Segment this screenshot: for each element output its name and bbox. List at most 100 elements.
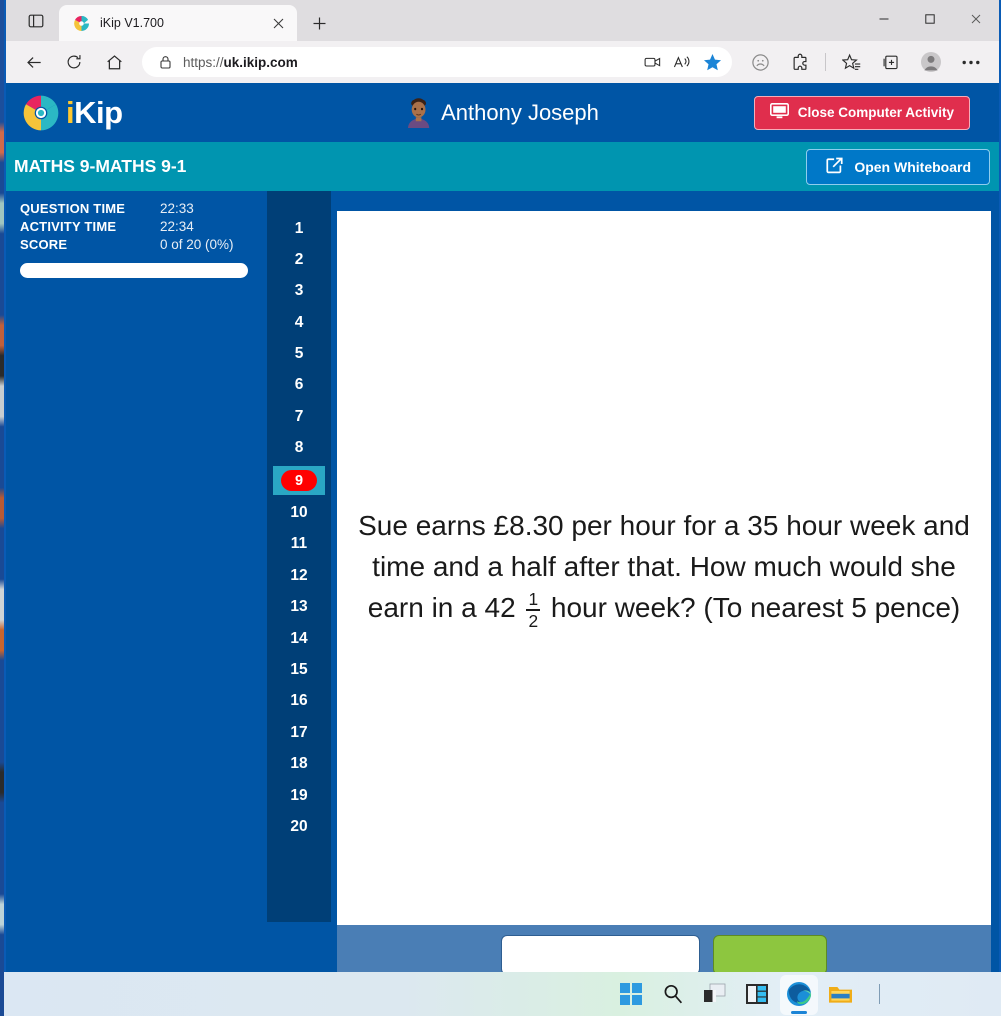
browser-tab-title: iKip V1.700	[100, 16, 164, 30]
subject-title: MATHS 9-MATHS 9-1	[14, 156, 187, 176]
question-nav-item[interactable]: 4	[274, 309, 324, 336]
widgets-icon[interactable]	[743, 980, 771, 1008]
question-nav-item[interactable]: 18	[274, 751, 324, 778]
stat-row-question-time: QUESTION TIME 22:33	[20, 201, 248, 216]
ikip-app: iKip Anthony Joseph Close Computer Activ…	[6, 83, 999, 974]
answer-submit-button[interactable]	[713, 935, 827, 974]
window-close-button[interactable]	[953, 0, 999, 38]
toolbar-divider	[825, 53, 826, 71]
app-header: iKip Anthony Joseph Close Computer Activ…	[6, 83, 999, 142]
question-nav-active-pill: 9	[281, 470, 317, 492]
close-computer-activity-label: Close Computer Activity	[797, 105, 954, 120]
copilot-icon[interactable]	[743, 46, 777, 78]
monitor-icon	[769, 103, 789, 122]
ikip-pinwheel-icon	[73, 15, 90, 32]
browser-title-bar: iKip V1.700	[6, 0, 999, 41]
question-navigation-column: 1 2 3 4 5 6 7 8 9 10 11 12 13 14 15 16 17 18 19 20	[267, 191, 331, 922]
score-progress-bar	[20, 263, 248, 278]
browser-window: iKip V1.700 https://uk.ikip.com iKip Ant…	[4, 0, 1001, 976]
user-block: Anthony Joseph	[406, 97, 599, 128]
url-text: https://uk.ikip.com	[183, 54, 298, 70]
question-nav-item[interactable]: 20	[274, 813, 324, 840]
fraction-one-half: 1 2	[526, 589, 541, 632]
logo-letter-kip: Kip	[74, 94, 123, 130]
question-nav-item[interactable]: 1	[274, 215, 324, 242]
question-nav-item[interactable]: 17	[274, 719, 324, 746]
question-text: Sue earns £8.30 per hour for a 35 hour w…	[357, 506, 971, 632]
file-explorer-icon[interactable]	[827, 980, 855, 1008]
question-nav-item-active[interactable]: 9	[273, 466, 325, 496]
more-options-icon[interactable]	[954, 46, 988, 78]
question-text-part2: hour week? (To nearest 5 pence)	[550, 591, 961, 623]
search-icon[interactable]	[659, 980, 687, 1008]
taskbar-divider	[878, 984, 880, 1004]
ikip-logo[interactable]: iKip	[22, 94, 123, 132]
stat-value: 22:33	[160, 201, 194, 216]
question-nav-item[interactable]: 8	[274, 435, 324, 462]
window-controls	[861, 0, 999, 38]
address-bar[interactable]: https://uk.ikip.com	[142, 47, 732, 77]
collections-icon[interactable]	[874, 46, 908, 78]
back-arrow-icon[interactable]	[17, 46, 51, 78]
user-avatar-icon	[406, 97, 430, 128]
screen-capture-icon[interactable]	[638, 49, 666, 75]
new-tab-button[interactable]	[305, 9, 333, 37]
stat-label: QUESTION TIME	[20, 201, 126, 216]
taskbar-icon-group	[617, 975, 880, 1015]
user-name: Anthony Joseph	[441, 99, 599, 125]
question-nav-item[interactable]: 14	[274, 625, 324, 652]
reload-icon[interactable]	[57, 46, 91, 78]
window-minimize-button[interactable]	[861, 0, 907, 38]
stat-row-score: SCORE 0 of 20 (0%)	[20, 237, 248, 252]
ikip-logo-text: iKip	[66, 95, 123, 131]
open-whiteboard-label: Open Whiteboard	[854, 158, 971, 175]
question-nav-item[interactable]: 6	[274, 372, 324, 399]
app-body: QUESTION TIME 22:33 ACTIVITY TIME 22:34 …	[6, 191, 999, 974]
stat-label: SCORE	[20, 237, 68, 252]
task-view-icon[interactable]	[701, 980, 729, 1008]
edge-browser-icon[interactable]	[779, 975, 818, 1015]
external-link-icon	[825, 156, 844, 178]
profile-avatar-icon[interactable]	[914, 46, 948, 78]
question-nav-item[interactable]: 7	[274, 403, 324, 430]
question-nav-item[interactable]: 19	[274, 782, 324, 809]
question-nav-item[interactable]: 16	[274, 688, 324, 715]
browser-tab[interactable]: iKip V1.700	[59, 5, 297, 41]
favorites-star-list-icon[interactable]	[834, 46, 868, 78]
background-window-edge-strip	[0, 0, 4, 1016]
start-button-icon[interactable]	[617, 980, 645, 1008]
stat-label: ACTIVITY TIME	[20, 219, 117, 234]
close-computer-activity-button[interactable]: Close Computer Activity	[753, 95, 970, 130]
question-nav-item[interactable]: 10	[274, 500, 324, 527]
question-nav-item[interactable]: 2	[274, 246, 324, 273]
tab-close-icon[interactable]	[267, 12, 289, 34]
lock-icon	[156, 53, 174, 71]
answer-bar	[337, 925, 991, 974]
answer-input[interactable]	[501, 935, 700, 974]
stat-value: 0 of 20 (0%)	[160, 237, 234, 252]
stats-panel: QUESTION TIME 22:33 ACTIVITY TIME 22:34 …	[6, 191, 264, 278]
logo-letter-i: i	[66, 94, 75, 130]
question-panel: Sue earns £8.30 per hour for a 35 hour w…	[337, 211, 991, 925]
tab-search-icon[interactable]	[16, 4, 56, 38]
question-nav-item[interactable]: 11	[274, 531, 324, 558]
read-aloud-icon[interactable]	[668, 49, 696, 75]
question-nav-item[interactable]: 5	[274, 341, 324, 368]
fraction-denominator: 2	[528, 611, 539, 632]
star-filled-icon[interactable]	[698, 49, 726, 75]
ikip-pinwheel-logo	[22, 94, 60, 132]
browser-nav-bar: https://uk.ikip.com	[6, 41, 999, 83]
question-nav-item[interactable]: 15	[274, 656, 324, 683]
home-icon[interactable]	[97, 46, 131, 78]
question-nav-item[interactable]: 12	[274, 562, 324, 589]
window-maximize-button[interactable]	[907, 0, 953, 38]
question-nav-item[interactable]: 13	[274, 594, 324, 621]
windows-taskbar	[0, 972, 1001, 1016]
extensions-icon[interactable]	[783, 46, 817, 78]
fraction-numerator: 1	[528, 589, 539, 610]
question-nav-item[interactable]: 3	[274, 278, 324, 305]
stat-row-activity-time: ACTIVITY TIME 22:34	[20, 219, 248, 234]
open-whiteboard-button[interactable]: Open Whiteboard	[806, 148, 990, 185]
stat-value: 22:34	[160, 219, 194, 234]
subject-bar: MATHS 9-MATHS 9-1 Open Whiteboard	[6, 142, 999, 191]
